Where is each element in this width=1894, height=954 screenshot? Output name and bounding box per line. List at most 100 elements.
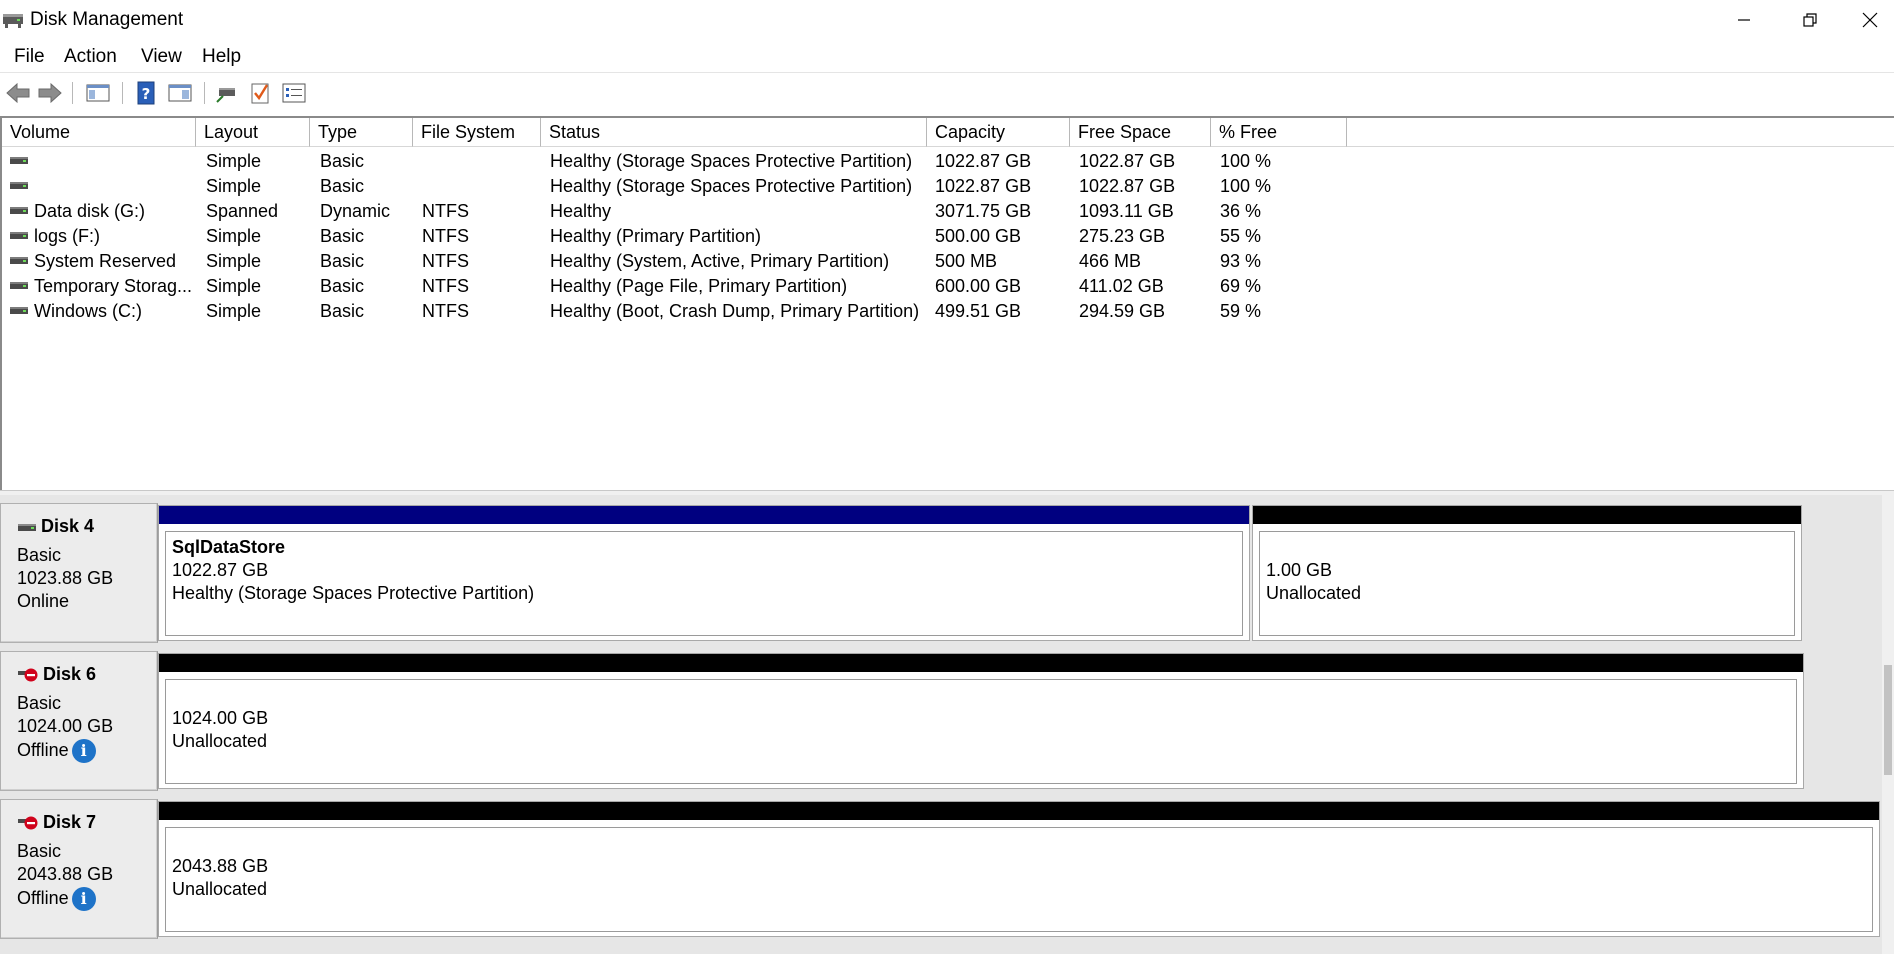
volume-type: Dynamic (320, 201, 391, 221)
back-arrow-icon[interactable] (4, 79, 32, 107)
disk-name: Disk 6 (43, 664, 97, 684)
volume-percent-free: 100 % (1220, 176, 1272, 196)
volume-row[interactable]: Windows (C:) Simple Basic NTFS Healthy (… (2, 299, 1402, 324)
volume-capacity: 500.00 GB (935, 226, 1022, 246)
volume-name: Windows (C:) (34, 301, 143, 321)
menu-action[interactable]: Action (62, 44, 119, 70)
toolbar-separator (204, 82, 205, 104)
connect-icon[interactable] (212, 79, 240, 107)
column-header-volume[interactable]: Volume (2, 118, 196, 147)
disk-state: Offline (17, 887, 69, 908)
column-header-layout[interactable]: Layout (196, 118, 310, 147)
disk-name: Disk 7 (43, 812, 97, 832)
list-view-icon[interactable] (280, 79, 308, 107)
volume-type: Basic (320, 276, 365, 296)
partition-body: SqlDataStore 1022.87 GB Healthy (Storage… (165, 531, 1243, 636)
volume-capacity: 1022.87 GB (935, 176, 1032, 196)
volume-free-space: 1022.87 GB (1079, 151, 1176, 171)
help-icon[interactable]: ? (132, 79, 160, 107)
partition-sqldatastore[interactable]: SqlDataStore 1022.87 GB Healthy (Storage… (158, 505, 1250, 641)
partition-color-bar (1253, 506, 1801, 524)
menu-help[interactable]: Help (200, 44, 243, 70)
volume-icon (10, 232, 28, 239)
disk-6-info[interactable]: Disk 6 Basic 1024.00 GB Offline i (0, 651, 158, 791)
disk-title: Disk 4 (17, 516, 94, 537)
volume-layout: Simple (206, 251, 262, 271)
restore-icon[interactable] (1780, 0, 1840, 40)
minimize-icon[interactable] (1714, 0, 1774, 40)
disk-6-partition-unallocated[interactable]: 1024.00 GB Unallocated (158, 653, 1804, 789)
svg-text:?: ? (142, 85, 151, 103)
volume-row[interactable]: Simple Basic Healthy (Storage Spaces Pro… (2, 149, 1402, 174)
disk-7-info[interactable]: Disk 7 Basic 2043.88 GB Offline i (0, 799, 158, 939)
volume-free-space: 294.59 GB (1079, 301, 1166, 321)
disk-4-partitions: SqlDataStore 1022.87 GB Healthy (Storage… (158, 503, 1804, 643)
volume-icon (10, 257, 28, 264)
disk-offline-icon (18, 816, 38, 829)
info-icon[interactable]: i (71, 887, 96, 911)
volume-percent-free: 59 % (1220, 301, 1262, 321)
column-header-capacity[interactable]: Capacity (927, 118, 1070, 147)
partition-status: Healthy (Storage Spaces Protective Parti… (172, 583, 535, 603)
partition-unallocated[interactable]: 1.00 GB Unallocated (1252, 505, 1802, 641)
column-header-file-system[interactable]: File System (413, 118, 541, 147)
partition-size: 1022.87 GB (172, 560, 269, 580)
partition-body: 1.00 GB Unallocated (1259, 531, 1795, 636)
volume-row[interactable]: logs (F:) Simple Basic NTFS Healthy (Pri… (2, 224, 1402, 249)
partition-size: 1024.00 GB (172, 708, 269, 728)
disk-type: Basic (17, 693, 62, 713)
disk-state-row: Offline i (17, 887, 96, 911)
column-header-free-space[interactable]: Free Space (1070, 118, 1211, 147)
volume-status: Healthy (Storage Spaces Protective Parti… (550, 151, 913, 171)
menu-bar: File Action View Help (0, 40, 1894, 72)
menu-view[interactable]: View (139, 44, 184, 70)
partition-body: 1024.00 GB Unallocated (165, 679, 1797, 784)
disk-size: 2043.88 GB (17, 864, 114, 884)
disk-state: Offline (17, 739, 69, 760)
partition-label: SqlDataStore (172, 537, 286, 557)
toolbar: ? (0, 73, 1894, 115)
volume-type: Basic (320, 176, 365, 196)
partition-status: Unallocated (1266, 583, 1362, 603)
volume-row[interactable]: Temporary Storag... Simple Basic NTFS He… (2, 274, 1402, 299)
partition-status: Unallocated (172, 731, 268, 751)
volume-free-space: 1022.87 GB (1079, 176, 1176, 196)
disk-size: 1023.88 GB (17, 568, 114, 588)
column-header-status[interactable]: Status (541, 118, 927, 147)
volume-file-system: NTFS (422, 251, 469, 271)
disk-graphical-view: Disk 4 Basic 1023.88 GB Online SqlDataSt… (0, 495, 1894, 954)
volume-type: Basic (320, 251, 365, 271)
volume-capacity: 3071.75 GB (935, 201, 1032, 221)
volume-name: logs (F:) (34, 226, 101, 246)
column-header-percent-free[interactable]: % Free (1211, 118, 1347, 147)
scrollbar-thumb[interactable] (1884, 665, 1892, 775)
info-icon[interactable]: i (71, 739, 96, 763)
volume-row[interactable]: System Reserved Simple Basic NTFS Health… (2, 249, 1402, 274)
column-header-type[interactable]: Type (310, 118, 413, 147)
disk-state: Online (17, 591, 70, 611)
volume-type: Basic (320, 301, 365, 321)
volume-capacity: 1022.87 GB (935, 151, 1032, 171)
title-bar: Disk Management (0, 0, 1894, 40)
volume-row[interactable]: Data disk (G:) Spanned Dynamic NTFS Heal… (2, 199, 1402, 224)
partition-body: 2043.88 GB Unallocated (165, 827, 1873, 932)
volume-name: Temporary Storag... (34, 276, 193, 296)
disk-pane-scrollbar[interactable] (1882, 495, 1894, 954)
menu-file[interactable]: File (12, 44, 47, 70)
forward-arrow-icon[interactable] (36, 79, 64, 107)
column-header-filler (1347, 118, 1894, 147)
volume-capacity: 499.51 GB (935, 301, 1022, 321)
volume-layout: Spanned (206, 201, 279, 221)
volume-type: Basic (320, 151, 365, 171)
disk-7-partition-unallocated[interactable]: 2043.88 GB Unallocated (158, 801, 1880, 937)
volume-layout: Simple (206, 276, 262, 296)
volume-row[interactable]: Simple Basic Healthy (Storage Spaces Pro… (2, 174, 1402, 199)
show-hide-console-tree-icon[interactable] (84, 79, 112, 107)
toolbar-separator (122, 82, 123, 104)
volume-name: System Reserved (34, 251, 177, 271)
checkmark-icon[interactable] (246, 79, 274, 107)
disk-4-info[interactable]: Disk 4 Basic 1023.88 GB Online (0, 503, 158, 643)
close-icon[interactable] (1840, 0, 1894, 40)
volume-percent-free: 36 % (1220, 201, 1262, 221)
properties-pane-icon[interactable] (166, 79, 194, 107)
